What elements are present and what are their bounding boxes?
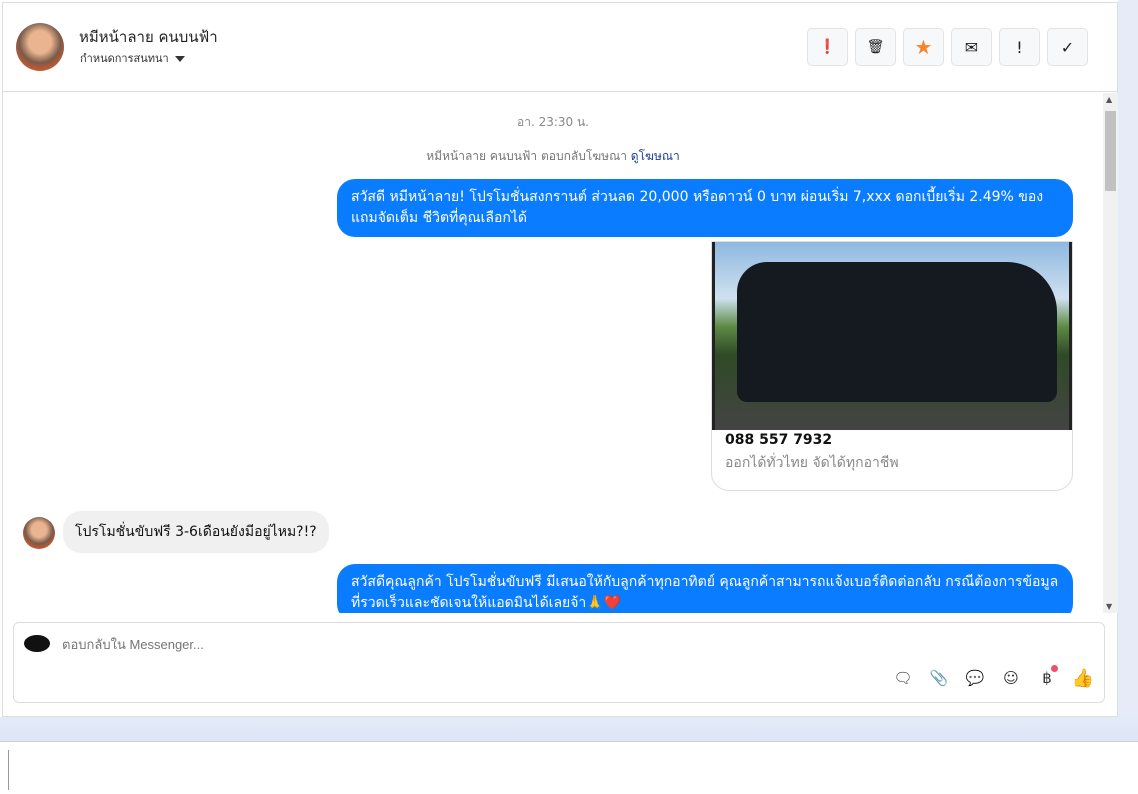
ad-card-phone: 088 557 7932 (725, 432, 833, 448)
mark-unread-button[interactable]: ✉ (951, 28, 992, 66)
caret-down-icon (174, 56, 185, 62)
thumbs-up-icon[interactable]: 👍 (1072, 667, 1094, 689)
saved-reply-icon[interactable]: 🗨 (892, 667, 914, 689)
chat-bubble-icon[interactable]: 💬 (964, 667, 986, 689)
envelope-icon: ✉ (964, 37, 979, 57)
star-icon: ★ (914, 35, 933, 59)
ad-card-description: ออกได้ทั่วไทย จัดได้ทุกอาชีพ (725, 455, 899, 471)
check-icon: ✓ (1060, 37, 1075, 57)
page-avatar (24, 635, 50, 652)
ad-truck-image (712, 242, 1072, 430)
ad-card[interactable]: 088 557 7932 ออกได้ทั่วไทย จัดได้ทุกอาชี… (711, 241, 1073, 491)
contact-avatar[interactable] (16, 23, 64, 71)
outgoing-message: สวัสดีคุณลูกค้า โปรโมชั่นขับฟรี มีเสนอให… (337, 564, 1073, 613)
composer-tools: 🗨 📎 💬 ☺ ฿ 👍 (892, 665, 1094, 689)
text-caret (8, 750, 9, 790)
action-toolbar: ❗ 🗑 ★ ✉ ! ✓ (807, 28, 1088, 66)
assign-label: กำหนดการสนทนา (80, 52, 169, 65)
contact-name[interactable]: หมีหน้าลาย คนบนฟ้า (79, 25, 218, 49)
done-button[interactable]: ✓ (1047, 28, 1088, 66)
contact-avatar-small (23, 517, 55, 549)
right-strip (1118, 0, 1138, 742)
notification-dot (1051, 665, 1058, 672)
message-list: อา. 23:30 น. หมีหน้าลาย คนบนฟ้า ตอบกลับโ… (3, 93, 1103, 613)
ad-reply-note: หมีหน้าลาย คนบนฟ้า ตอบกลับโฆษณา ดูโฆษณา (3, 147, 1103, 166)
truck-shape (737, 262, 1057, 402)
alert-circle-icon: ❗ (818, 39, 837, 55)
exclamation-icon: ! (1016, 37, 1023, 57)
attachment-icon[interactable]: 📎 (928, 667, 950, 689)
delete-button[interactable]: 🗑 (855, 28, 896, 66)
scroll-down-icon[interactable]: ▼ (1106, 602, 1112, 611)
spam-button[interactable]: ❗ (807, 28, 848, 66)
emoji-icon[interactable]: ☺ (1000, 667, 1022, 689)
scroll-thumb[interactable] (1105, 111, 1116, 191)
trash-icon: 🗑 (866, 39, 885, 55)
reply-composer: 🗨 📎 💬 ☺ ฿ 👍 (13, 622, 1105, 703)
assign-conversation-dropdown[interactable]: กำหนดการสนทนา (80, 49, 185, 67)
follow-up-button[interactable]: ! (999, 28, 1040, 66)
view-ad-link[interactable]: ดูโฆษณา (631, 149, 680, 163)
outgoing-message: สวัสดี หมีหน้าลาย! โปรโมชั่นสงกรานต์ ส่ว… (337, 179, 1073, 237)
incoming-message: โปรโมชั่นขับฟรี 3-6เดือนยังมีอยู่ไหม?!? (63, 511, 329, 553)
payment-baht-icon[interactable]: ฿ (1036, 665, 1058, 689)
bottom-band (0, 717, 1138, 742)
conversation-panel: หมีหน้าลาย คนบนฟ้า กำหนดการสนทนา ❗ 🗑 ★ ✉… (2, 2, 1118, 717)
reply-input[interactable] (62, 637, 862, 652)
reply-note-text: หมีหน้าลาย คนบนฟ้า ตอบกลับโฆษณา (426, 149, 627, 163)
scroll-up-icon[interactable]: ▲ (1106, 95, 1112, 104)
message-timestamp: อา. 23:30 น. (517, 115, 589, 129)
conversation-header: หมีหน้าลาย คนบนฟ้า กำหนดการสนทนา ❗ 🗑 ★ ✉… (3, 3, 1117, 92)
star-button[interactable]: ★ (903, 28, 944, 66)
message-scrollbar[interactable]: ▲ ▼ (1103, 93, 1118, 613)
